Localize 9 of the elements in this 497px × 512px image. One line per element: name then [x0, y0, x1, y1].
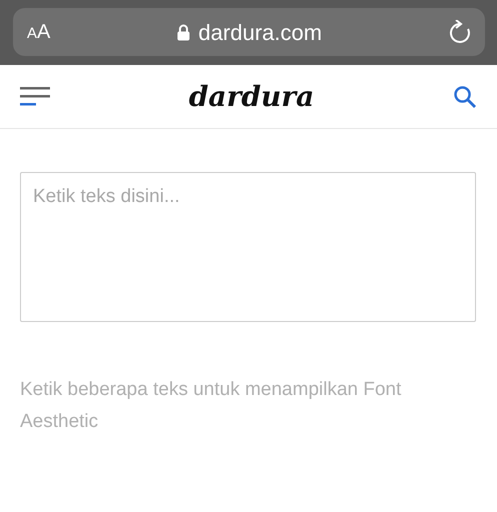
text-input-field[interactable]: Ketik teks disini... — [20, 172, 476, 322]
menu-icon[interactable] — [20, 86, 50, 108]
lock-icon — [177, 24, 190, 40]
reload-icon[interactable] — [449, 20, 471, 44]
logo[interactable]: dardura — [188, 76, 314, 118]
hint-text: Ketik beberapa teks untuk menampilkan Font Aesthetic — [20, 378, 402, 434]
search-icon[interactable] — [453, 84, 477, 108]
text-size-button[interactable]: AA — [27, 22, 50, 42]
url-text[interactable]: dardura.com — [198, 16, 322, 48]
